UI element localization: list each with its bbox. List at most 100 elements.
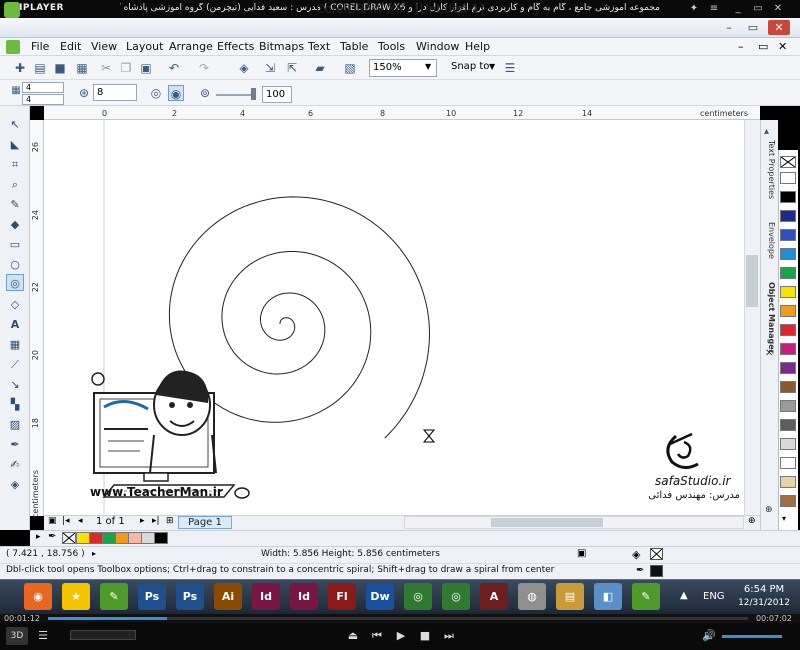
taskbar-app-ai[interactable]: Ai (214, 583, 242, 610)
page-options-icon[interactable]: ▣ (48, 516, 57, 526)
menu-help[interactable]: Help (465, 40, 490, 53)
palette-swatch[interactable] (780, 305, 796, 317)
taskbar-app-corel[interactable]: ◎ (442, 583, 470, 610)
palette-swatch[interactable] (780, 381, 796, 393)
taskbar-app-dvd[interactable]: ◍ (518, 583, 546, 610)
page-tab-1[interactable]: Page 1 (178, 516, 232, 529)
document-palette-swatch[interactable] (115, 532, 129, 544)
menu-table[interactable]: Table (340, 40, 368, 53)
taskbar-app-dw[interactable]: Dw (366, 583, 394, 610)
horizontal-ruler[interactable] (44, 106, 760, 120)
expansion-slider[interactable] (216, 94, 256, 96)
smart-fill-icon[interactable]: ◆ (6, 216, 24, 233)
taskbar-app-docs[interactable]: ◧ (594, 583, 622, 610)
paste-icon[interactable]: ▣ (138, 60, 154, 76)
taskbar-app-id[interactable]: Id (252, 583, 280, 610)
shape-tool-icon[interactable]: ◣ (6, 136, 24, 153)
no-color-swatch[interactable] (780, 156, 796, 168)
chevron-down-icon[interactable]: ▼ (425, 62, 431, 71)
application-launcher-icon[interactable]: ▰ (312, 60, 328, 76)
save-icon[interactable]: ■ (52, 60, 68, 76)
palette-swatch[interactable] (780, 495, 796, 507)
taskbar-app-ps[interactable]: Ps (138, 583, 166, 610)
menu-view[interactable]: View (91, 40, 117, 53)
text-tool-icon[interactable]: A (6, 316, 24, 333)
snap-to-dropdown[interactable]: Snap to (451, 61, 489, 72)
outline-pen-icon[interactable]: ✍ (6, 456, 24, 473)
document-palette-swatch[interactable] (154, 532, 168, 544)
outline-color-swatch[interactable] (650, 565, 663, 577)
add-page-icon[interactable]: ⊞ (166, 516, 174, 526)
menu-bitmaps[interactable]: Bitmaps (259, 40, 304, 53)
spiral-revolutions-input[interactable]: 8 (93, 84, 137, 101)
vertical-scrollbar[interactable] (744, 120, 760, 515)
docker-tab-envelope[interactable]: Envelope (762, 222, 776, 259)
taskbar-app-firefox[interactable]: ◉ (24, 583, 52, 610)
taskbar-app-coreldraw[interactable]: ✎ (632, 583, 660, 610)
expansion-slider-handle[interactable] (251, 88, 256, 100)
freehand-tool-icon[interactable]: ✎ (6, 196, 24, 213)
palette-swatch[interactable] (780, 362, 796, 374)
document-palette-swatch[interactable] (102, 532, 116, 544)
new-icon[interactable]: ✚ (12, 60, 28, 76)
doc-restore-button[interactable]: ▭ (758, 40, 768, 53)
minimize-button[interactable]: – (718, 20, 740, 35)
taskbar-app-fl[interactable]: Fl (328, 583, 356, 610)
document-palette-swatch[interactable] (76, 532, 90, 544)
drawing-canvas[interactable] (44, 120, 744, 515)
clock-date[interactable]: 12/31/2012 (731, 598, 797, 608)
welcome-screen-icon[interactable]: ▧ (342, 60, 358, 76)
volume-slider[interactable] (722, 635, 782, 638)
document-icon[interactable] (6, 40, 20, 54)
close-icon[interactable]: ✕ (765, 348, 773, 359)
symmetrical-spiral-icon[interactable]: ◎ (148, 85, 164, 101)
taskbar-app-ps[interactable]: Ps (176, 583, 204, 610)
palette-swatch[interactable] (780, 324, 796, 336)
last-page-icon[interactable]: ▸| (152, 516, 160, 526)
previous-icon[interactable]: ⏮ (368, 628, 386, 644)
close-button[interactable]: ✕ (768, 20, 790, 35)
palette-swatch[interactable] (780, 286, 796, 298)
scroll-up-icon[interactable]: ▴ (764, 126, 769, 137)
connector-tool-icon[interactable]: ↘ (6, 376, 24, 393)
palette-swatch[interactable] (780, 419, 796, 431)
graph-paper-columns-input[interactable]: 4 (22, 94, 64, 105)
palette-swatch[interactable] (780, 457, 796, 469)
palette-swatch[interactable] (780, 191, 796, 203)
basic-shapes-icon[interactable]: ◇ (6, 296, 24, 313)
kmp-menu-icon[interactable]: ☰ (34, 628, 52, 644)
palette-swatch[interactable] (780, 210, 796, 222)
rectangle-tool-icon[interactable]: ▭ (6, 236, 24, 253)
palette-swatch[interactable] (780, 400, 796, 412)
maximize-button[interactable]: ▭ (742, 20, 764, 35)
palette-swatch[interactable] (780, 343, 796, 355)
no-color-swatch[interactable] (62, 532, 76, 544)
tray-up-icon[interactable]: ▲ (680, 590, 688, 601)
vertical-scrollbar-thumb[interactable] (746, 255, 758, 307)
taskbar-app-id[interactable]: Id (290, 583, 318, 610)
taskbar-app-folder[interactable]: ▤ (556, 583, 584, 610)
navigator-icon[interactable]: ⊕ (748, 516, 756, 526)
document-palette-swatch[interactable] (128, 532, 142, 544)
palette-scroll-down-icon[interactable]: ▾ (782, 514, 786, 523)
pick-tool-icon[interactable]: ↖ (6, 116, 24, 133)
kmp-mode-buttons[interactable] (70, 630, 136, 640)
graph-paper-rows-input[interactable]: 4 (22, 82, 64, 93)
open-icon[interactable]: ▤ (32, 60, 48, 76)
menu-text[interactable]: Text (308, 40, 330, 53)
table-tool-icon[interactable]: ▦ (6, 336, 24, 353)
eject-icon[interactable]: ⏏ (344, 628, 362, 644)
docker-tab-text-properties[interactable]: Text Properties (762, 140, 776, 199)
outline-pen-status-icon[interactable]: ✒ (636, 565, 644, 576)
stop-icon[interactable]: ■ (416, 628, 434, 644)
cut-icon[interactable]: ✂ (98, 60, 114, 76)
palette-swatch[interactable] (780, 438, 796, 450)
menu-tools[interactable]: Tools (378, 40, 405, 53)
transparency-tool-icon[interactable]: ▨ (6, 416, 24, 433)
horizontal-scrollbar-thumb[interactable] (491, 518, 603, 527)
expand-status-icon[interactable]: ▸ (92, 549, 96, 558)
palette-swatch[interactable] (780, 248, 796, 260)
first-page-icon[interactable]: |◂ (62, 516, 70, 526)
color-proof-icon[interactable]: ▣ (577, 548, 586, 559)
vertical-ruler[interactable] (30, 120, 44, 516)
